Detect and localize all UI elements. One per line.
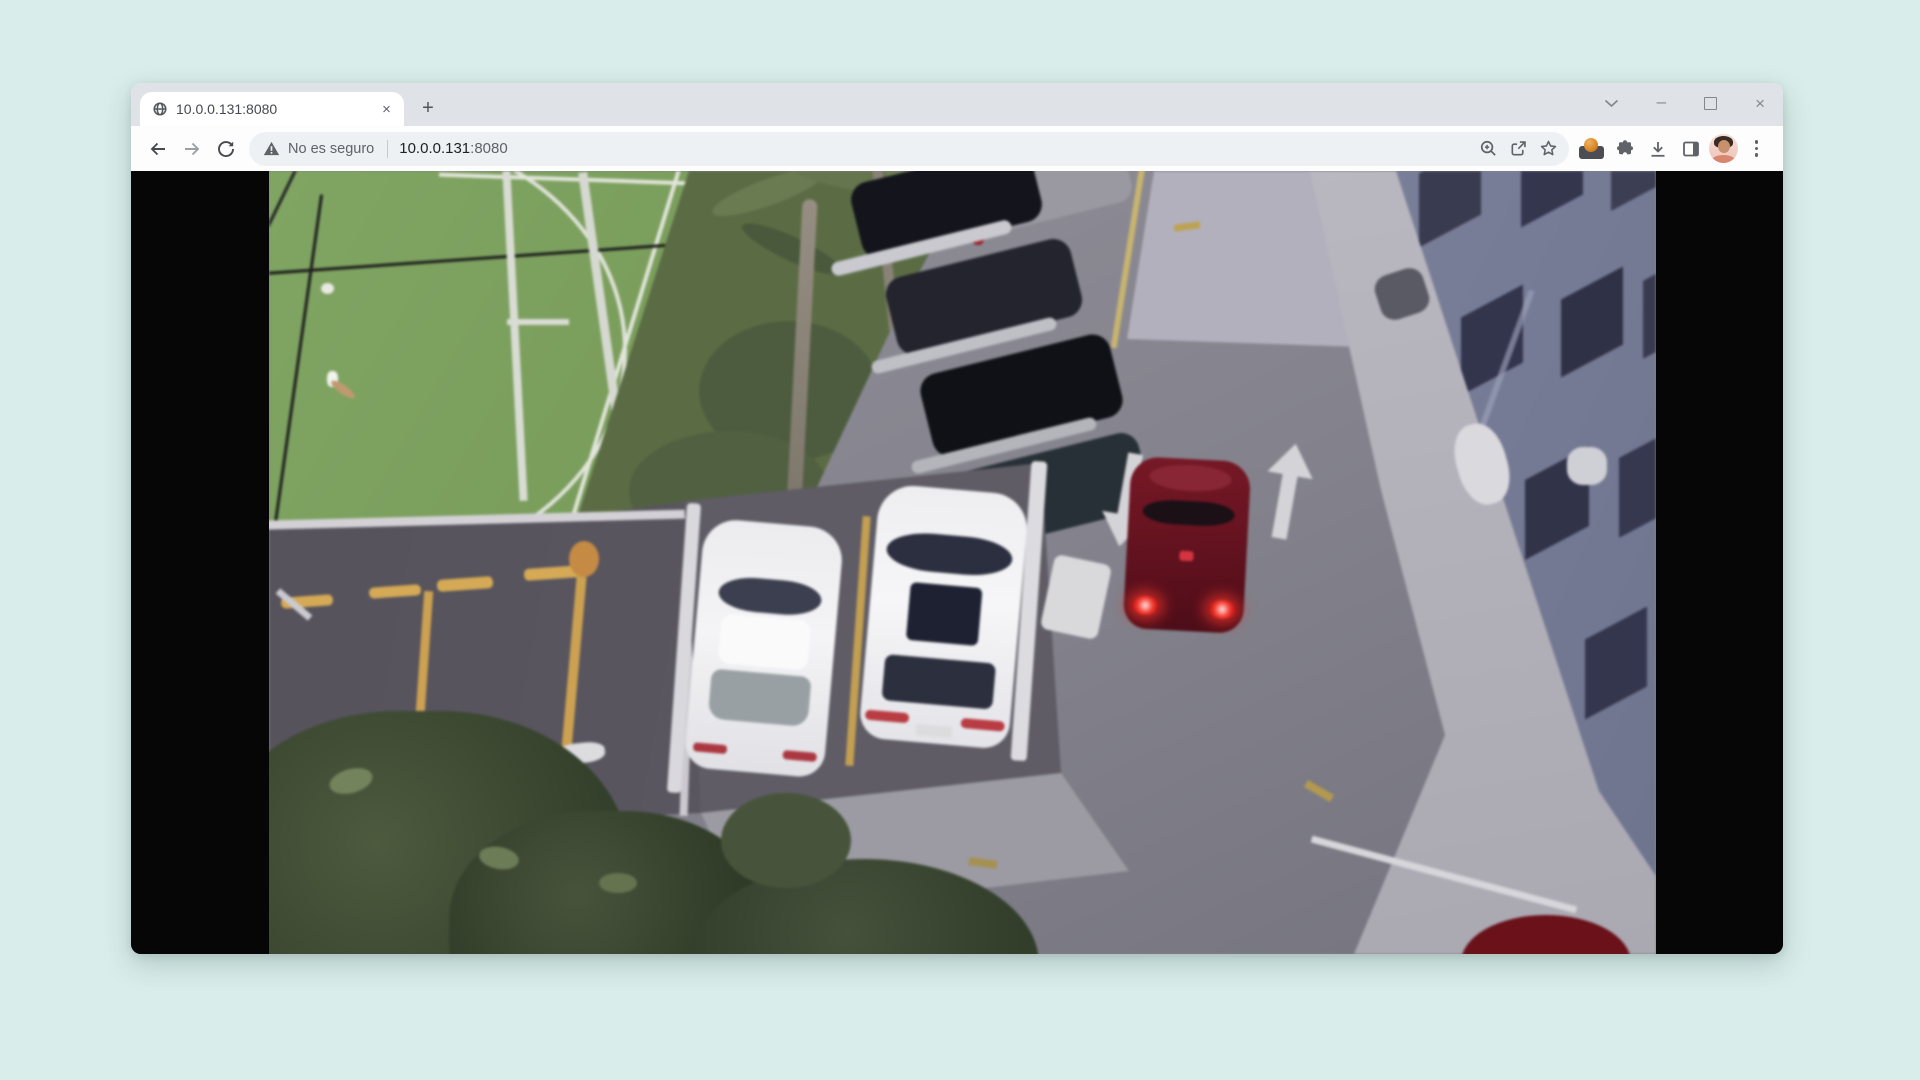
extensions-button[interactable]: [1608, 132, 1641, 166]
downloads-button[interactable]: [1641, 132, 1674, 166]
browser-window: 10.0.0.131:8080 × + – ×: [131, 83, 1783, 954]
car-roof: [718, 613, 812, 671]
camera-extension-button[interactable]: [1575, 132, 1608, 166]
url-port: :8080: [470, 140, 508, 157]
car-rear-window: [707, 669, 812, 728]
zoom-button[interactable]: [1473, 134, 1503, 164]
globe-favicon-icon: [152, 101, 168, 117]
building-window: [1619, 428, 1656, 538]
download-icon: [1648, 139, 1668, 159]
security-label[interactable]: No es seguro: [288, 141, 374, 157]
video-scene: [269, 171, 1656, 954]
building-window: [1585, 607, 1647, 720]
side-panel-button[interactable]: [1674, 132, 1707, 166]
arrow-shaft: [1272, 472, 1298, 540]
building-window: [1521, 171, 1583, 227]
window-controls: – ×: [1604, 83, 1765, 124]
zoom-icon: [1479, 139, 1498, 158]
page-content: [131, 171, 1783, 954]
palm-frond: [737, 215, 847, 283]
warning-triangle-icon: [263, 141, 280, 156]
maximize-icon[interactable]: [1704, 97, 1717, 110]
extensions-puzzle-icon: [1615, 139, 1635, 159]
reload-icon: [216, 139, 236, 159]
close-icon[interactable]: ×: [1755, 95, 1765, 112]
building-window: [1419, 171, 1481, 247]
bookmark-button[interactable]: [1533, 134, 1563, 164]
building-window: [1643, 253, 1656, 359]
menu-dots-icon: [1755, 140, 1759, 157]
building-window: [1611, 171, 1656, 211]
letterbox-left: [131, 171, 269, 954]
white-car-left: [683, 517, 844, 778]
reload-button[interactable]: [209, 132, 243, 166]
address-bar[interactable]: No es seguro 10.0.0.131:8080: [249, 132, 1569, 166]
profile-avatar: [1709, 134, 1738, 163]
browser-tab[interactable]: 10.0.0.131:8080 ×: [140, 92, 404, 126]
new-tab-button[interactable]: +: [414, 94, 442, 122]
tab-strip: 10.0.0.131:8080 × + – ×: [131, 83, 1783, 126]
tab-title: 10.0.0.131:8080: [176, 101, 377, 117]
brake-light-center: [1179, 551, 1194, 562]
sidewalk-white-object: [1567, 447, 1607, 485]
building-window: [1561, 267, 1623, 378]
forward-arrow-icon: [182, 139, 202, 159]
share-button[interactable]: [1503, 134, 1533, 164]
url-text: 10.0.0.131:8080: [399, 140, 507, 157]
ball: [321, 283, 334, 294]
minimize-icon[interactable]: –: [1657, 93, 1666, 110]
letterbox-right: [1656, 171, 1783, 954]
menu-button[interactable]: [1740, 132, 1773, 166]
browser-toolbar: No es seguro 10.0.0.131:8080: [131, 126, 1783, 171]
back-button[interactable]: [141, 132, 175, 166]
camera-video-stream[interactable]: [269, 171, 1656, 954]
tab-close-icon[interactable]: ×: [377, 100, 396, 119]
side-panel-icon: [1681, 139, 1701, 159]
orange-object: [569, 541, 599, 577]
omnibox-divider: [387, 140, 388, 158]
chevron-down-icon[interactable]: [1604, 99, 1619, 108]
car-rear-window: [881, 654, 996, 709]
bookmark-star-icon: [1539, 139, 1558, 158]
profile-button[interactable]: [1707, 132, 1740, 166]
goal-bar: [507, 319, 569, 325]
url-host: 10.0.0.131: [399, 140, 470, 157]
white-car-right: [858, 483, 1030, 750]
red-car: [1123, 456, 1252, 634]
tree-highlight: [599, 873, 637, 893]
camera-extension-icon: [1579, 138, 1604, 159]
tree-canopy-small: [721, 793, 851, 888]
share-icon: [1509, 139, 1528, 158]
car-sunroof: [906, 582, 983, 646]
back-arrow-icon: [148, 139, 168, 159]
forward-button[interactable]: [175, 132, 209, 166]
